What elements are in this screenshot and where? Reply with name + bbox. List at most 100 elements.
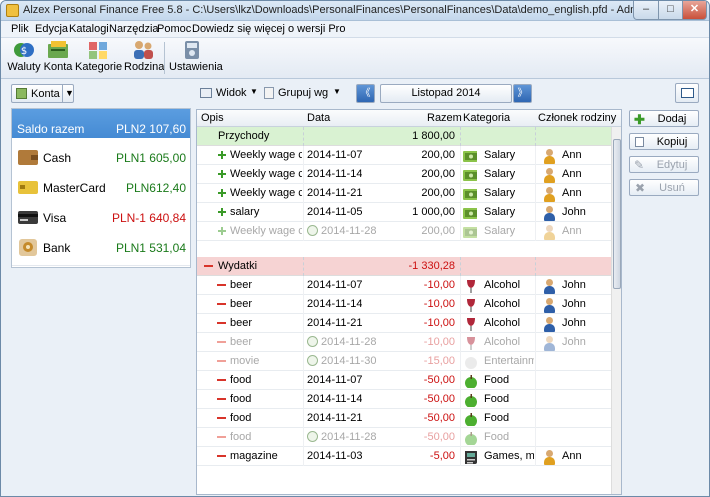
konta-toolbar-button[interactable]: Konta bbox=[42, 40, 74, 77]
account-balance: PLN1 531,04 bbox=[115, 241, 186, 255]
scheduled-icon bbox=[307, 355, 318, 366]
chevron-down-icon: ▼ bbox=[333, 87, 341, 96]
konta-dropdown-button[interactable]: Konta ▼ bbox=[11, 84, 74, 103]
row-data: 2014-11-21 bbox=[307, 412, 363, 424]
layout-toggle-button[interactable] bbox=[675, 83, 699, 103]
konta-dropdown-label: Konta bbox=[31, 88, 60, 100]
menu-edycja[interactable]: Edycja bbox=[35, 23, 68, 35]
menu-pro[interactable]: Dowiedz się więcej o wersji Pro bbox=[192, 23, 345, 35]
grid-scrollbar[interactable] bbox=[611, 127, 621, 494]
account-name: MasterCard bbox=[43, 181, 106, 195]
kategorie-button[interactable]: Kategorie bbox=[75, 40, 122, 77]
transaction-row[interactable]: food 2014-11-07 -50,00 Food bbox=[197, 371, 611, 390]
account-balance: PLN-1 640,84 bbox=[111, 211, 186, 225]
income-group-row[interactable]: Przychody 1 800,00 bbox=[197, 127, 611, 146]
edytuj-button[interactable]: ✎ Edytuj bbox=[629, 156, 699, 173]
next-period-button[interactable]: 》 bbox=[513, 84, 532, 103]
chevron-down-icon: ▼ bbox=[65, 88, 74, 98]
usun-label: Usuń bbox=[659, 182, 685, 194]
close-button[interactable]: ✕ bbox=[682, 1, 707, 20]
row-data: 2014-11-28 bbox=[321, 431, 377, 443]
usun-button[interactable]: ✖ Usuń bbox=[629, 179, 699, 196]
currency-icon: $ bbox=[13, 40, 35, 60]
row-czlonek: Ann bbox=[562, 168, 582, 180]
row-razem: -5,00 bbox=[429, 450, 455, 462]
widok-label: Widok bbox=[216, 87, 247, 99]
widok-button[interactable]: Widok ▼ bbox=[200, 87, 260, 103]
transaction-row[interactable]: magazine 2014-11-03 -5,00 Games, maga Ann bbox=[197, 447, 611, 466]
menu-bar: Plik Edycja Katalogi Narzędzia Pomoc Dow… bbox=[1, 21, 709, 38]
transaction-row[interactable]: Weekly wage chec 2014-11-14 200,00 Salary An… bbox=[197, 165, 611, 184]
ustawienia-label: Ustawienia bbox=[169, 61, 223, 73]
column-czlonek[interactable]: Członek rodziny bbox=[538, 112, 616, 124]
account-item-bank[interactable]: Bank PLN1 531,04 bbox=[12, 228, 190, 266]
grupuj-button[interactable]: Grupuj wg ▼ bbox=[264, 87, 342, 103]
transaction-row[interactable]: beer 2014-11-21 -10,00 Alcohol John bbox=[197, 314, 611, 333]
menu-katalogi[interactable]: Katalogi bbox=[69, 23, 109, 35]
row-czlonek: John bbox=[562, 279, 586, 291]
transaction-row[interactable]: food 2014-11-21 -50,00 Food bbox=[197, 409, 611, 428]
transaction-row[interactable]: food 2014-11-14 -50,00 Food bbox=[197, 390, 611, 409]
transaction-row[interactable]: beer 2014-11-07 -10,00 Alcohol John bbox=[197, 276, 611, 295]
row-kategoria: Food bbox=[484, 374, 510, 386]
minus-icon bbox=[217, 284, 226, 286]
konta-label: Konta bbox=[43, 61, 73, 73]
grid-header: Opis Data Razem Kategoria Członek rodzin… bbox=[197, 110, 621, 127]
person-icon bbox=[543, 298, 555, 313]
transaction-row[interactable]: beer 2014-11-14 -10,00 Alcohol John bbox=[197, 295, 611, 314]
transaction-row[interactable]: Weekly wage chec 2014-11-21 200,00 Salary An… bbox=[197, 184, 611, 203]
row-czlonek: Ann bbox=[562, 187, 582, 199]
period-label[interactable]: Listopad 2014 bbox=[380, 84, 512, 103]
transaction-row[interactable]: Weekly wage chec 2014-11-28 200,00 Salary An… bbox=[197, 222, 611, 241]
column-data[interactable]: Data bbox=[307, 112, 330, 124]
view-icon bbox=[200, 88, 212, 98]
chevron-down-icon: ▼ bbox=[250, 87, 258, 96]
account-name: Visa bbox=[43, 211, 67, 225]
transaction-row[interactable]: food 2014-11-28 -50,00 Food bbox=[197, 428, 611, 447]
svg-text:$: $ bbox=[21, 46, 27, 57]
rodzina-button[interactable]: Rodzina bbox=[124, 40, 164, 77]
dodaj-button[interactable]: ✚ Dodaj bbox=[629, 110, 699, 127]
row-czlonek: John bbox=[562, 317, 586, 329]
row-opis: Weekly wage chec bbox=[230, 149, 302, 161]
previous-period-button[interactable]: 《 bbox=[356, 84, 375, 103]
column-razem[interactable]: Razem bbox=[427, 112, 462, 124]
transaction-row[interactable]: salary 2014-11-05 1 000,00 Salary John bbox=[197, 203, 611, 222]
row-kategoria: Games, maga bbox=[484, 450, 534, 462]
row-razem: -50,00 bbox=[423, 412, 455, 424]
plus-icon bbox=[218, 227, 226, 235]
kopiuj-button[interactable]: Kopiuj bbox=[629, 133, 699, 150]
apple-icon bbox=[463, 393, 477, 407]
expense-group-row[interactable]: Wydatki -1 330,28 bbox=[197, 257, 611, 276]
transactions-grid: Opis Data Razem Kategoria Członek rodzin… bbox=[196, 109, 622, 495]
maximize-button[interactable]: □ bbox=[658, 1, 683, 20]
account-name: Saldo razem bbox=[17, 122, 85, 136]
accounts-icon bbox=[47, 40, 69, 60]
row-data: 2014-11-14 bbox=[307, 298, 363, 310]
minus-icon bbox=[217, 417, 226, 419]
waluty-button[interactable]: $ Waluty bbox=[7, 40, 41, 77]
account-balance: PLN2 107,60 bbox=[115, 122, 186, 136]
column-opis[interactable]: Opis bbox=[201, 112, 224, 124]
menu-plik[interactable]: Plik bbox=[11, 23, 29, 35]
transaction-row[interactable]: Weekly wage chec 2014-11-07 200,00 Salary An… bbox=[197, 146, 611, 165]
row-razem: 200,00 bbox=[421, 149, 455, 161]
scrollbar-thumb[interactable] bbox=[613, 139, 621, 289]
column-kategoria[interactable]: Kategoria bbox=[463, 112, 510, 124]
row-kategoria: Salary bbox=[484, 149, 516, 161]
minimize-button[interactable]: – bbox=[633, 1, 659, 20]
account-icon bbox=[16, 88, 27, 99]
menu-pomoc[interactable]: Pomoc bbox=[157, 23, 191, 35]
row-czlonek: John bbox=[562, 298, 586, 310]
menu-narzedzia[interactable]: Narzędzia bbox=[109, 23, 159, 35]
ustawienia-button[interactable]: Ustawienia bbox=[169, 40, 223, 77]
app-icon bbox=[6, 4, 19, 17]
minus-icon bbox=[204, 265, 213, 267]
transaction-row[interactable]: movie 2014-11-30 -15,00 Entertainmen bbox=[197, 352, 611, 371]
transaction-row[interactable]: beer 2014-11-28 -10,00 Alcohol John bbox=[197, 333, 611, 352]
row-razem: -10,00 bbox=[423, 336, 455, 348]
money-icon bbox=[463, 168, 477, 182]
row-opis: Weekly wage chec bbox=[230, 187, 302, 199]
row-kategoria: Food bbox=[484, 431, 510, 443]
row-data: 2014-11-21 bbox=[307, 317, 363, 329]
